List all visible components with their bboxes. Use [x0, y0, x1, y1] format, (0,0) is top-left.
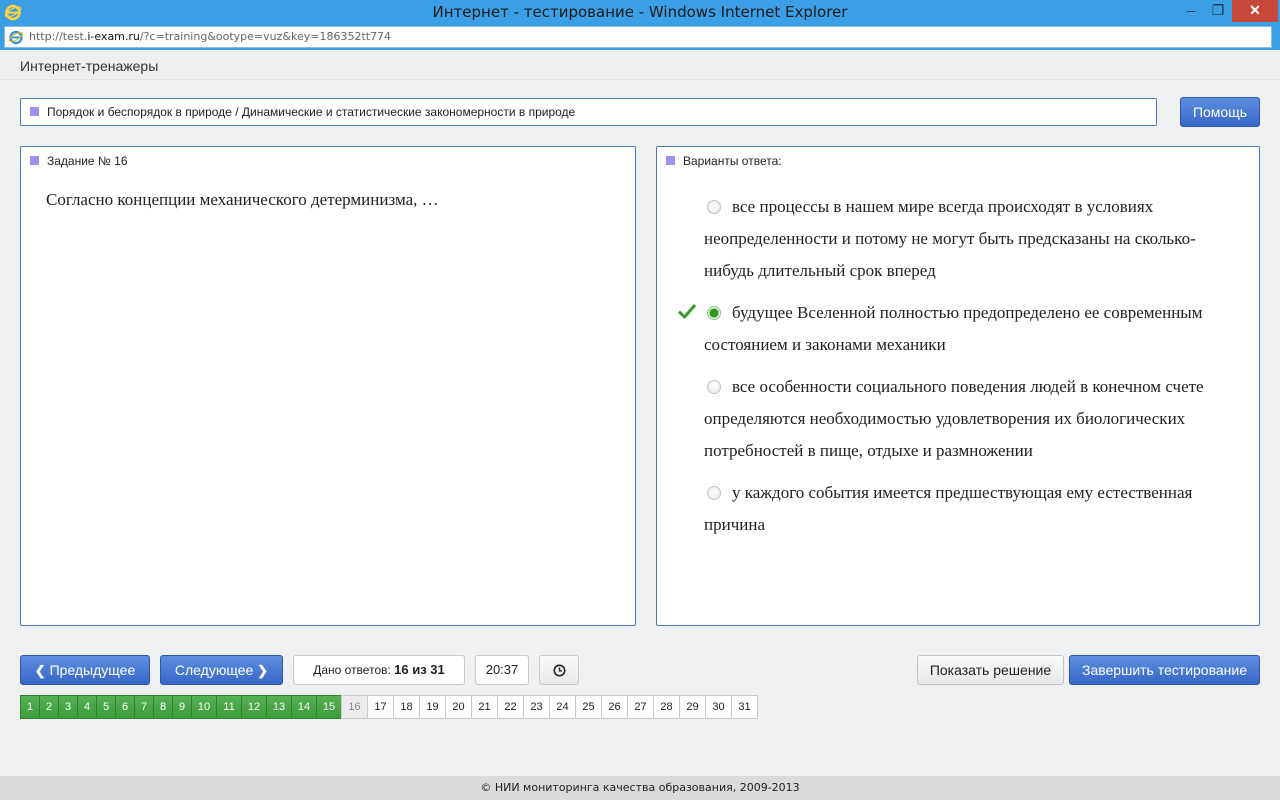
bullet-square-icon [666, 156, 675, 165]
bullet-square-icon [30, 107, 39, 116]
question-text: Согласно концепции механического детерми… [46, 190, 439, 209]
next-button[interactable]: Следующее ❯ [160, 655, 283, 685]
given-value: 16 из 31 [394, 662, 445, 677]
topic-breadcrumb: Порядок и беспорядок в природе / Динамич… [20, 98, 1157, 126]
answer-text: у каждого события имеется предшествующая… [704, 483, 1193, 534]
restore-button[interactable]: ❐ [1205, 0, 1231, 22]
page-number-19[interactable]: 19 [419, 695, 446, 719]
page-number-6[interactable]: 6 [115, 695, 135, 719]
page-number-22[interactable]: 22 [497, 695, 524, 719]
page-number-7[interactable]: 7 [134, 695, 154, 719]
answers-given-counter: Дано ответов: 16 из 31 [293, 655, 465, 685]
timer-display: 20:37 [475, 655, 529, 685]
page-number-2[interactable]: 2 [39, 695, 59, 719]
bullet-square-icon [30, 156, 39, 165]
clock-icon [553, 664, 566, 677]
page-number-10[interactable]: 10 [191, 695, 217, 719]
ie-page-icon [8, 30, 24, 45]
close-button[interactable]: ✕ [1232, 0, 1278, 22]
page-number-18[interactable]: 18 [393, 695, 420, 719]
page-header: Интернет-тренажеры [0, 50, 1280, 80]
page-number-24[interactable]: 24 [549, 695, 576, 719]
page-number-15[interactable]: 15 [316, 695, 342, 719]
page-number-21[interactable]: 21 [471, 695, 498, 719]
window-title: Интернет - тестирование - Windows Intern… [432, 3, 848, 21]
page-number-20[interactable]: 20 [445, 695, 472, 719]
help-button[interactable]: Помощь [1180, 97, 1260, 127]
page-number-25[interactable]: 25 [575, 695, 602, 719]
answer-option-1[interactable]: все процессы в нашем мире всегда происхо… [704, 191, 1239, 287]
page-number-9[interactable]: 9 [172, 695, 192, 719]
page-number-4[interactable]: 4 [77, 695, 97, 719]
url-text: http://test.i-exam.ru/?c=training&ootype… [29, 30, 392, 43]
answer-option-3[interactable]: все особенности социального поведения лю… [704, 371, 1239, 467]
timer-toggle-button[interactable] [539, 655, 579, 685]
page-number-26[interactable]: 26 [601, 695, 628, 719]
url-field[interactable]: http://test.i-exam.ru/?c=training&ootype… [4, 26, 1272, 48]
answers-header: Варианты ответа: [683, 154, 782, 168]
page-number-27[interactable]: 27 [627, 695, 654, 719]
page-number-12[interactable]: 12 [241, 695, 267, 719]
answers-panel: Варианты ответа: все процессы в нашем ми… [656, 146, 1260, 626]
page-number-16[interactable]: 16 [341, 695, 368, 719]
page-number-23[interactable]: 23 [523, 695, 550, 719]
radio-button[interactable] [707, 380, 721, 394]
previous-label: Предыдущее [49, 662, 136, 678]
chevron-right-icon: ❯ [257, 663, 269, 678]
given-label: Дано ответов: [313, 663, 391, 677]
answer-text: все особенности социального поведения лю… [704, 377, 1204, 460]
close-icon: ✕ [1249, 2, 1261, 18]
page-number-29[interactable]: 29 [679, 695, 706, 719]
page-number-31[interactable]: 31 [731, 695, 758, 719]
radio-button-selected[interactable] [707, 306, 721, 320]
check-mark-icon [678, 304, 696, 319]
page-number-8[interactable]: 8 [153, 695, 173, 719]
task-header: Задание № 16 [47, 154, 128, 168]
site-brand: Интернет-тренажеры [20, 58, 159, 74]
task-panel: Задание № 16 Согласно концепции механиче… [20, 146, 636, 626]
address-bar: http://test.i-exam.ru/?c=training&ootype… [0, 24, 1280, 50]
page-number-14[interactable]: 14 [291, 695, 317, 719]
answer-text: будущее Вселенной полностью предопределе… [704, 303, 1203, 354]
page-number-1[interactable]: 1 [20, 695, 40, 719]
answer-option-4[interactable]: у каждого события имеется предшествующая… [704, 477, 1239, 541]
question-pager: 1 2 3 4 5 6 7 8 9 10 11 12 13 14 15 16 17 18 19 20 21 22 23 24 2… [20, 695, 758, 719]
next-label: Следующее [174, 662, 254, 678]
page-number-13[interactable]: 13 [266, 695, 292, 719]
page-number-28[interactable]: 28 [653, 695, 680, 719]
topic-text: Порядок и беспорядок в природе / Динамич… [47, 105, 576, 119]
footer-copyright: © НИИ мониторинга качества образования, … [0, 776, 1280, 800]
minimize-button[interactable]: ‒ [1178, 0, 1204, 22]
show-solution-button[interactable]: Показать решение [917, 655, 1064, 685]
radio-button[interactable] [707, 200, 721, 214]
page-number-5[interactable]: 5 [96, 695, 116, 719]
minimize-icon: ‒ [1187, 2, 1195, 18]
restore-icon: ❐ [1211, 2, 1225, 18]
page-number-17[interactable]: 17 [367, 695, 394, 719]
answer-text: все процессы в нашем мире всегда происхо… [704, 197, 1196, 280]
page-number-11[interactable]: 11 [216, 695, 242, 719]
finish-test-button[interactable]: Завершить тестирование [1069, 655, 1260, 685]
chevron-left-icon: ❮ [34, 663, 46, 678]
previous-button[interactable]: ❮ Предыдущее [20, 655, 150, 685]
radio-button[interactable] [707, 486, 721, 500]
page-number-30[interactable]: 30 [705, 695, 732, 719]
window-titlebar: Интернет - тестирование - Windows Intern… [0, 0, 1280, 24]
answer-option-2[interactable]: будущее Вселенной полностью предопределе… [678, 297, 1239, 361]
page-number-3[interactable]: 3 [58, 695, 78, 719]
